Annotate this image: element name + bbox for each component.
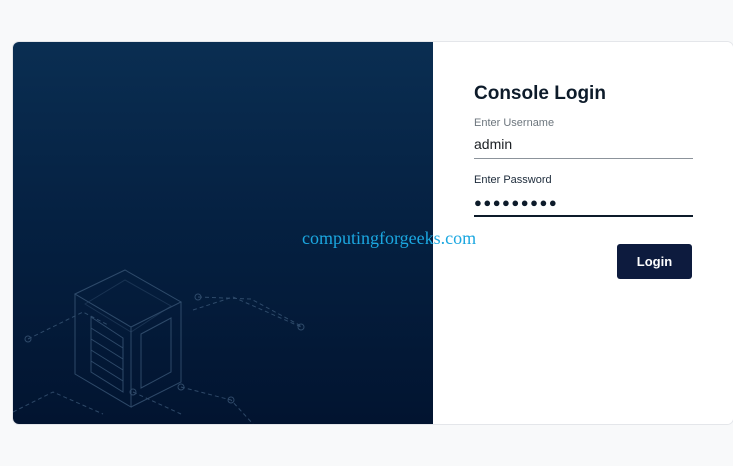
password-label: Enter Password — [474, 174, 552, 186]
page-title: Console Login — [474, 83, 606, 104]
username-label: Enter Username — [474, 117, 555, 129]
password-input[interactable]: ●●●●●●●●● — [474, 195, 558, 210]
watermark-text: computingforgeeks.com — [302, 228, 477, 248]
username-input[interactable] — [474, 136, 692, 152]
password-underline — [474, 215, 693, 217]
username-underline — [474, 158, 693, 159]
login-button[interactable]: Login — [617, 244, 692, 279]
login-form: Console Login Enter Username Enter Passw… — [433, 42, 733, 424]
